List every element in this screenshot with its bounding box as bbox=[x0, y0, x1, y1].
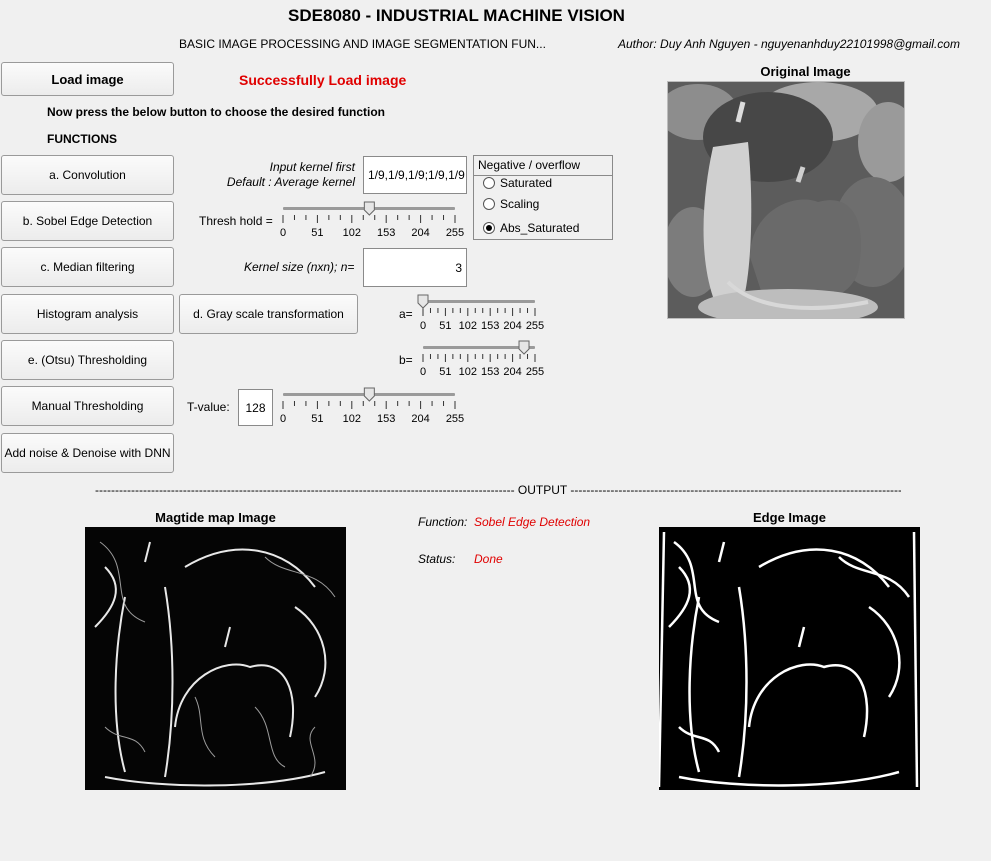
slider-tick-label: 51 bbox=[311, 413, 323, 425]
radio-scaling[interactable]: Scaling bbox=[483, 197, 539, 211]
gray-a-label: a= bbox=[399, 307, 413, 321]
slider-tick-label: 102 bbox=[459, 366, 477, 378]
manual-threshold-slider[interactable]: 0 51 102 153 204 255 bbox=[276, 385, 468, 427]
histogram-button[interactable]: Histogram analysis bbox=[1, 294, 174, 334]
t-value-label: T-value: bbox=[187, 400, 230, 414]
manual-threshold-button[interactable]: Manual Thresholding bbox=[1, 386, 174, 426]
slider-tick-label: 0 bbox=[280, 227, 286, 239]
app-subtitle: BASIC IMAGE PROCESSING AND IMAGE SEGMENT… bbox=[179, 37, 546, 51]
t-value-input[interactable]: 128 bbox=[238, 389, 273, 426]
slider-tick-label: 153 bbox=[377, 413, 395, 425]
function-label: Function: bbox=[418, 515, 468, 529]
median-kernel-input[interactable]: 3 bbox=[363, 248, 467, 287]
slider-tick-label: 153 bbox=[481, 366, 499, 378]
kernel-label-line1: Input kernel first bbox=[269, 160, 355, 174]
slider-tick-label: 153 bbox=[377, 227, 395, 239]
radio-abs-saturated-circle[interactable] bbox=[483, 222, 495, 234]
slider-tick-label: 204 bbox=[503, 320, 521, 332]
slider-tick-label: 255 bbox=[446, 227, 464, 239]
load-status-message: Successfully Load image bbox=[239, 72, 407, 88]
function-value: Sobel Edge Detection bbox=[474, 515, 591, 529]
slider-tick-label: 51 bbox=[439, 366, 451, 378]
output-divider: ----------------------------------------… bbox=[95, 483, 901, 497]
median-kernel-label: Kernel size (nxn); n= bbox=[244, 260, 355, 274]
edge-image bbox=[659, 527, 920, 790]
app-title: SDE8080 - INDUSTRIAL MACHINE VISION bbox=[288, 6, 625, 25]
status-label: Status: bbox=[418, 552, 456, 566]
load-image-button[interactable]: Load image bbox=[1, 62, 174, 96]
radio-scaling-label: Scaling bbox=[500, 197, 540, 211]
edge-map-graphic bbox=[659, 527, 920, 790]
kernel-input[interactable]: 1/9,1/9,1/9;1/9,1/9 bbox=[363, 156, 467, 194]
original-image bbox=[667, 81, 905, 319]
instructions-text: Now press the below button to choose the… bbox=[47, 105, 386, 119]
median-filter-button[interactable]: c. Median filtering bbox=[1, 247, 174, 287]
magnitude-image bbox=[85, 527, 346, 790]
radio-saturated[interactable]: Saturated bbox=[483, 176, 552, 190]
slider-tick-label: 51 bbox=[311, 227, 323, 239]
sobel-edge-button[interactable]: b. Sobel Edge Detection bbox=[1, 201, 174, 241]
radio-abs-saturated[interactable]: Abs_Saturated bbox=[483, 221, 579, 235]
peppers-image bbox=[668, 82, 904, 318]
slider-thumb[interactable] bbox=[518, 340, 530, 355]
slider-tick-label: 0 bbox=[280, 413, 286, 425]
edge-image-title: Edge Image bbox=[753, 510, 826, 525]
overflow-panel-title: Negative / overflow bbox=[478, 158, 581, 172]
slider-tick-label: 255 bbox=[446, 413, 464, 425]
slider-tick-label: 204 bbox=[503, 366, 521, 378]
otsu-threshold-button[interactable]: e. (Otsu) Thresholding bbox=[1, 340, 174, 380]
denoise-button[interactable]: Add noise & Denoise with DNN bbox=[1, 433, 174, 473]
radio-saturated-label: Saturated bbox=[500, 176, 553, 190]
author-text: Author: Duy Anh Nguyen - nguyenanhduy221… bbox=[618, 37, 960, 51]
kernel-label-line2: Default : Average kernel bbox=[226, 175, 355, 189]
slider-tick-label: 51 bbox=[439, 320, 451, 332]
slider-tick-label: 153 bbox=[481, 320, 499, 332]
slider-thumb[interactable] bbox=[417, 294, 429, 309]
slider-tick-label: 204 bbox=[411, 413, 429, 425]
slider-tick-label: 0 bbox=[420, 366, 426, 378]
slider-tick-label: 255 bbox=[526, 320, 544, 332]
slider-track[interactable] bbox=[423, 346, 535, 349]
slider-thumb[interactable] bbox=[363, 387, 375, 402]
slider-tick-label: 102 bbox=[343, 227, 361, 239]
gray-b-slider[interactable]: 0 51 102 153 204 255 bbox=[416, 338, 548, 380]
slider-tick-label: 102 bbox=[459, 320, 477, 332]
functions-heading: FUNCTIONS bbox=[47, 132, 117, 146]
original-image-title: Original Image bbox=[760, 64, 851, 79]
slider-tick-label: 255 bbox=[526, 366, 544, 378]
slider-tick-label: 102 bbox=[343, 413, 361, 425]
magnitude-image-title: Magtide map Image bbox=[155, 510, 276, 525]
slider-track[interactable] bbox=[423, 300, 535, 303]
radio-scaling-circle[interactable] bbox=[483, 198, 495, 210]
status-value: Done bbox=[474, 552, 503, 566]
radio-saturated-circle[interactable] bbox=[483, 177, 495, 189]
gray-a-slider[interactable]: 0 51 102 153 204 255 bbox=[416, 292, 548, 334]
gray-transform-button[interactable]: d. Gray scale transformation bbox=[179, 294, 358, 334]
slider-tick-label: 204 bbox=[411, 227, 429, 239]
slider-thumb[interactable] bbox=[363, 201, 375, 216]
magnitude-map-graphic bbox=[85, 527, 346, 790]
convolution-button[interactable]: a. Convolution bbox=[1, 155, 174, 195]
radio-abs-saturated-label: Abs_Saturated bbox=[500, 221, 580, 235]
sobel-threshold-label: Thresh hold = bbox=[199, 214, 273, 228]
gray-b-label: b= bbox=[399, 353, 413, 367]
sobel-threshold-slider[interactable]: 0 51 102 153 204 255 bbox=[276, 199, 468, 241]
slider-tick-label: 0 bbox=[420, 320, 426, 332]
